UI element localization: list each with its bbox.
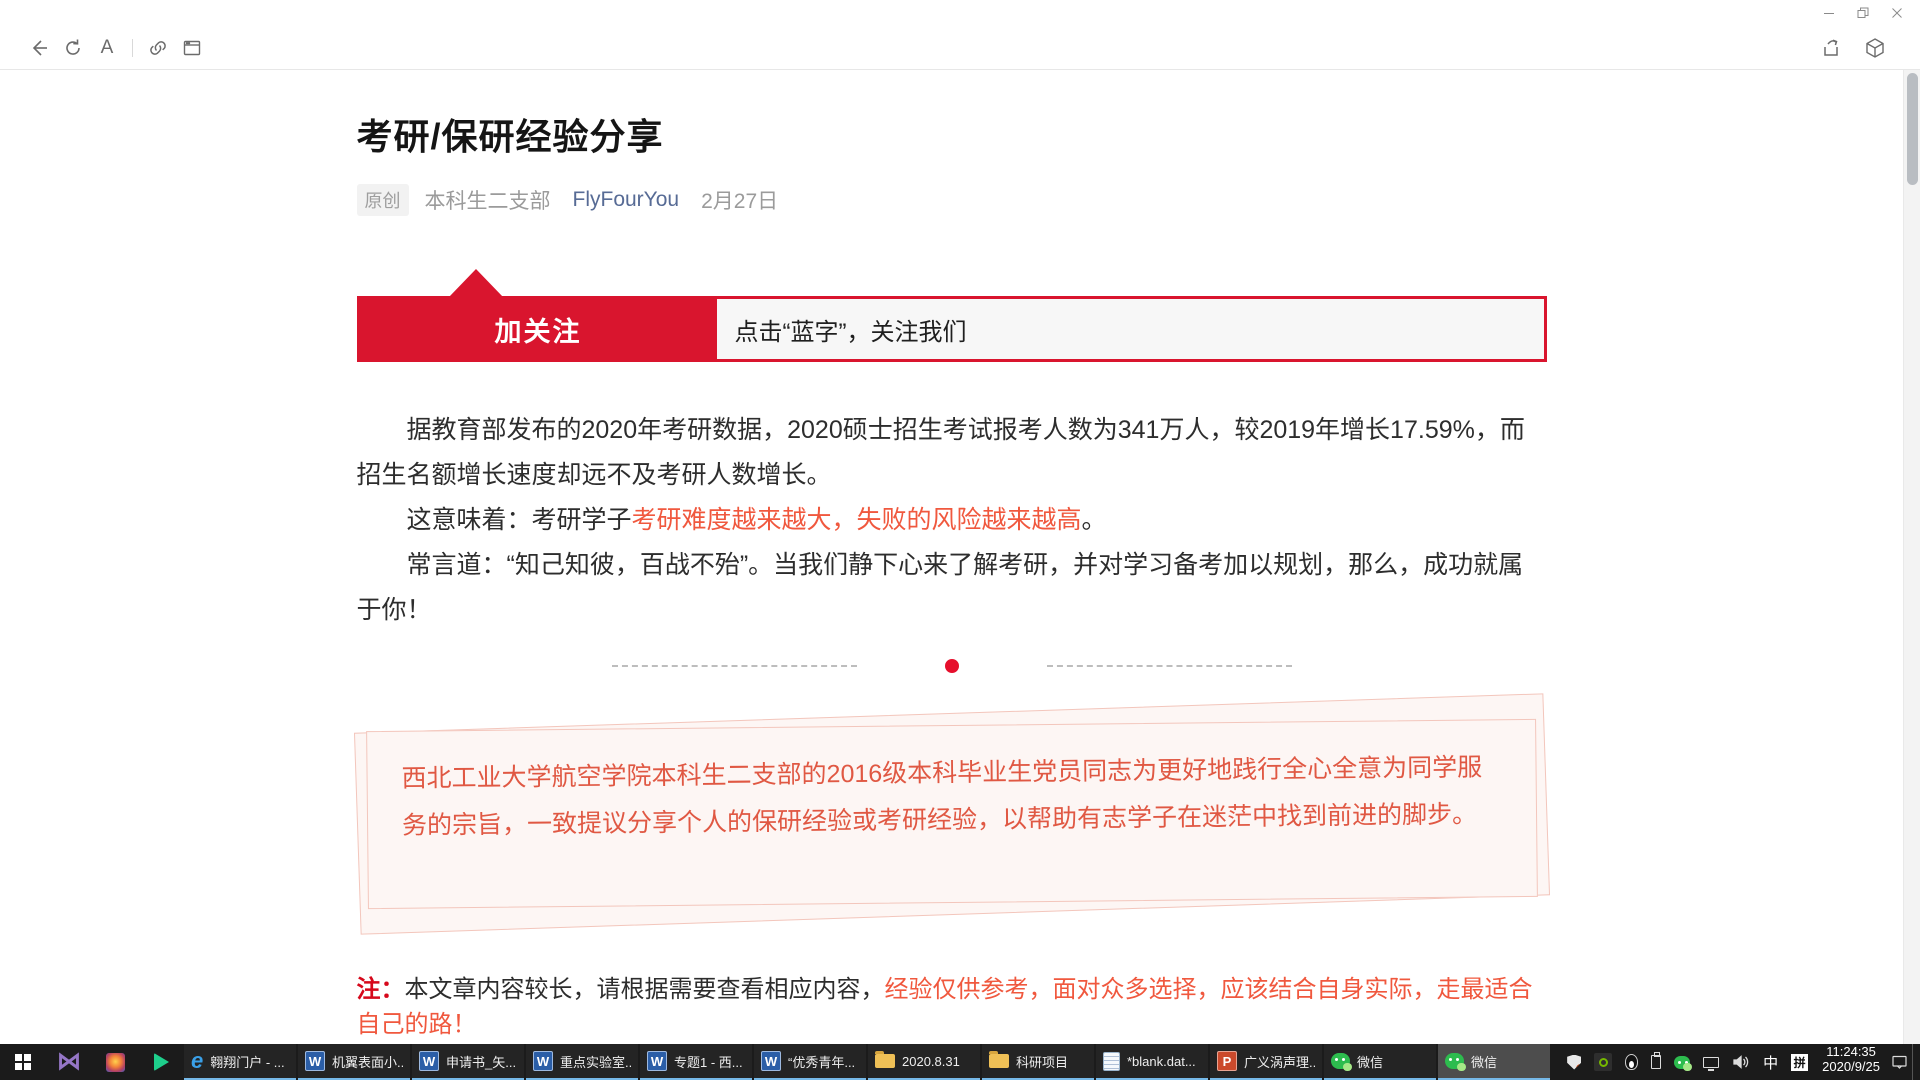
refresh-icon[interactable] <box>56 31 90 65</box>
publish-date: 2月27日 <box>701 185 778 215</box>
origin-app-icon <box>106 1053 125 1072</box>
system-tray: ✕ 中 拼 <box>1559 1044 1816 1080</box>
show-desktop-button[interactable] <box>1912 1044 1920 1080</box>
word-icon: W <box>761 1051 781 1071</box>
visual-studio-icon: ⋈ <box>57 1050 81 1074</box>
taskbar-item-tencent-video[interactable] <box>138 1044 184 1080</box>
window-titlebar <box>0 0 1920 26</box>
scrollbar[interactable] <box>1903 70 1920 1044</box>
browser-toolbar: A <box>0 26 1920 70</box>
taskbar-window-word[interactable]: W 专题1 - 西... <box>640 1044 752 1080</box>
dashed-line <box>1047 665 1292 667</box>
defender-icon[interactable]: ✕ <box>1567 1055 1581 1070</box>
wechat-tray-icon[interactable] <box>1674 1056 1690 1069</box>
ime-language-indicator[interactable]: 中 <box>1763 1052 1778 1073</box>
start-button[interactable] <box>0 1044 46 1080</box>
word-icon: W <box>647 1051 667 1071</box>
follow-banner[interactable]: 加关注 点击“蓝字”，关注我们 <box>357 296 1547 362</box>
section-divider <box>357 653 1547 679</box>
windows-logo-icon <box>15 1054 31 1070</box>
scrollbar-thumb[interactable] <box>1907 73 1918 185</box>
tencent-video-icon <box>154 1053 169 1071</box>
clock-time: 11:24:35 <box>1822 1044 1880 1059</box>
action-center-icon[interactable] <box>1886 1044 1912 1080</box>
original-badge: 原创 <box>357 184 409 216</box>
article-page: 考研/保研经验分享 原创 本科生二支部 FlyFourYou 2月27日 加关注… <box>0 70 1903 1044</box>
paragraph: 据教育部发布的2020年考研数据，2020硕士招生考试报考人数为341万人，较2… <box>357 408 1547 498</box>
taskbar-item-visual-studio[interactable]: ⋈ <box>46 1044 92 1080</box>
copy-link-icon[interactable] <box>141 31 175 65</box>
restore-button[interactable] <box>1846 4 1880 22</box>
clock-date: 2020/9/25 <box>1822 1059 1880 1074</box>
note-line: 注：本文章内容较长，请根据需要查看相应内容，经验仅供参考，面对众多选择，应该结合… <box>357 969 1547 1039</box>
notice-box: 西北工业大学航空学院本科生二支部的2016级本科毕业生党员同志为更好地践行全心全… <box>357 713 1547 915</box>
follow-hint: 点击“蓝字”，关注我们 <box>717 299 1544 359</box>
font-size-icon[interactable]: A <box>90 31 124 65</box>
taskbar-window-word[interactable]: W 机翼表面小... <box>298 1044 410 1080</box>
paragraph: 常言道：“知己知彼，百战不殆”。当我们静下心来了解考研，并对学习备考加以规划，那… <box>357 543 1547 633</box>
byline: 原创 本科生二支部 FlyFourYou 2月27日 <box>357 184 1547 216</box>
taskbar-item-origin[interactable] <box>92 1044 138 1080</box>
account-name: 本科生二支部 <box>425 185 551 215</box>
wechat-icon <box>1445 1053 1464 1069</box>
highlight-text: 考研难度越来越大，失败的风险越来越高 <box>632 506 1082 534</box>
network-display-icon[interactable] <box>1703 1057 1719 1068</box>
article-body: 据教育部发布的2020年考研数据，2020硕士招生考试报考人数为341万人，较2… <box>357 408 1547 633</box>
taskbar-window-word[interactable]: W “优秀青年... <box>754 1044 866 1080</box>
banner-triangle <box>449 269 503 297</box>
taskbar-window-ie[interactable]: e 翱翔门户 - ... <box>184 1044 296 1080</box>
word-icon: W <box>305 1051 325 1071</box>
taskbar-window-word[interactable]: W 重点实验室... <box>526 1044 638 1080</box>
taskbar: ⋈ e 翱翔门户 - ... W 机翼表面小... W 申请书_矢... W 重… <box>0 1044 1920 1080</box>
wechat-icon <box>1331 1053 1350 1069</box>
taskbar-clock[interactable]: 11:24:35 2020/9/25 <box>1816 1044 1886 1080</box>
back-icon[interactable] <box>22 31 56 65</box>
ime-mode-indicator[interactable]: 拼 <box>1791 1054 1808 1071</box>
red-dot-icon <box>945 659 959 673</box>
word-icon: W <box>533 1051 553 1071</box>
open-in-browser-icon[interactable] <box>1858 31 1892 65</box>
qq-icon[interactable] <box>1625 1054 1638 1070</box>
follow-button[interactable]: 加关注 <box>360 299 717 359</box>
author-link[interactable]: FlyFourYou <box>573 188 680 212</box>
taskbar-window-wechat-active[interactable]: 微信 <box>1438 1044 1550 1080</box>
folder-icon <box>989 1054 1009 1068</box>
powerpoint-icon: P <box>1217 1051 1237 1071</box>
note-label: 注： <box>357 976 405 1003</box>
taskbar-window-folder[interactable]: 2020.8.31 <box>868 1044 980 1080</box>
taskbar-window-powerpoint[interactable]: P 广义涡声理... <box>1210 1044 1322 1080</box>
dashed-line <box>612 665 857 667</box>
taskbar-window-folder[interactable]: 科研项目 <box>982 1044 1094 1080</box>
volume-icon[interactable] <box>1732 1054 1750 1070</box>
taskbar-window-wechat[interactable]: 微信 <box>1324 1044 1436 1080</box>
usb-icon[interactable] <box>1651 1055 1661 1069</box>
word-icon: W <box>419 1051 439 1071</box>
paragraph: 这意味着：考研学子考研难度越来越大，失败的风险越来越高。 <box>357 498 1547 543</box>
notepad-icon <box>1103 1052 1120 1071</box>
folder-icon <box>875 1054 895 1068</box>
minimize-button[interactable] <box>1812 4 1846 22</box>
notice-box-text: 西北工业大学航空学院本科生二支部的2016级本科毕业生党员同志为更好地践行全心全… <box>366 719 1538 909</box>
toolbar-divider <box>132 39 133 57</box>
nvidia-icon[interactable] <box>1594 1053 1612 1071</box>
ie-icon: e <box>191 1050 203 1072</box>
page-title: 考研/保研经验分享 <box>357 108 1547 160</box>
taskbar-window-notepad[interactable]: *blank.dat... <box>1096 1044 1208 1080</box>
taskbar-window-word[interactable]: W 申请书_矢... <box>412 1044 524 1080</box>
close-button[interactable] <box>1880 4 1914 22</box>
share-icon[interactable] <box>1814 31 1848 65</box>
open-window-icon[interactable] <box>175 31 209 65</box>
